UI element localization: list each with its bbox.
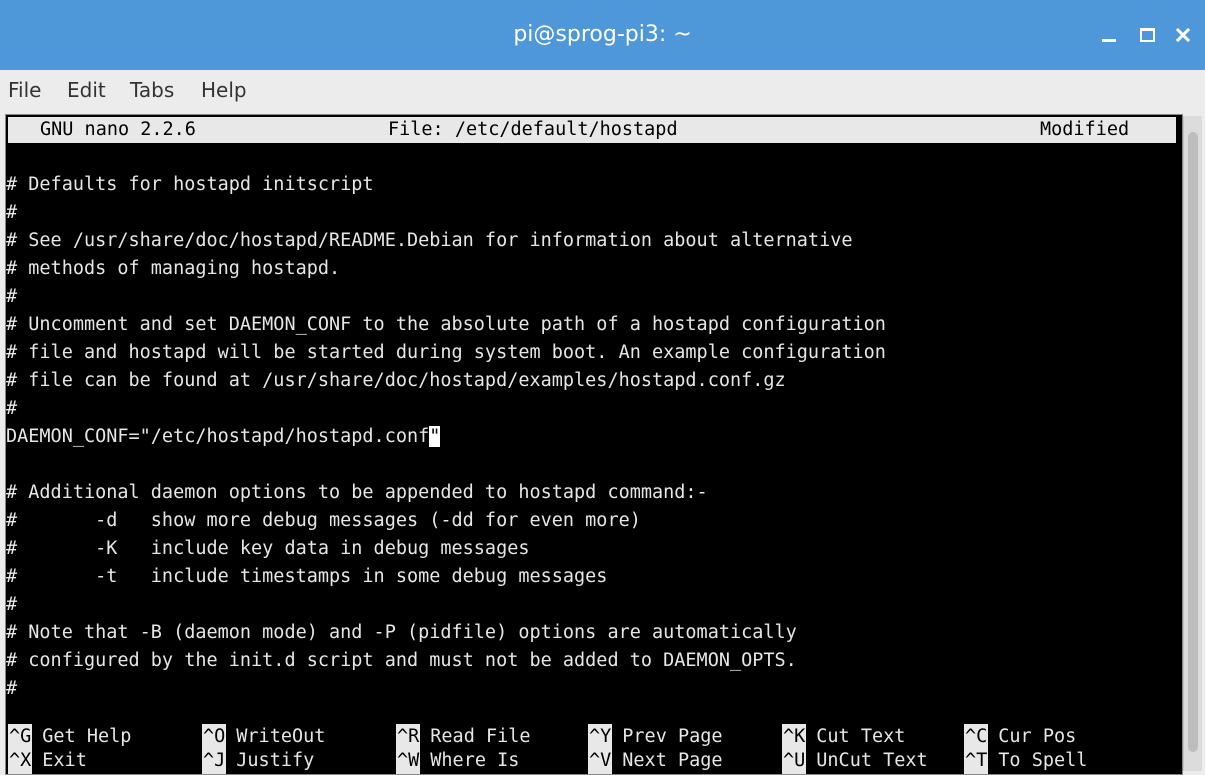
shortcut-key: ^G — [8, 724, 33, 750]
shortcut-key: ^W — [396, 748, 421, 774]
nano-header: GNU nano 2.2.6 File: /etc/default/hostap… — [8, 117, 1176, 143]
shortcut-row-1: ^G Get Help ^O WriteOut ^R Read File ^Y Prev… — [6, 724, 1182, 750]
shortcut-label: WriteOut — [236, 726, 326, 747]
editor-line-cursor[interactable]: DAEMON_CONF="/etc/hostapd/hostapd.conf" — [6, 424, 1182, 450]
shortcut-label: Prev Page — [622, 726, 723, 747]
shortcut-label: Where Is — [430, 750, 520, 771]
editor-line[interactable]: # methods of managing hostapd. — [6, 256, 1182, 282]
shortcut-read-file[interactable]: ^R Read File — [396, 724, 531, 750]
shortcut-writeout[interactable]: ^O WriteOut — [202, 724, 325, 750]
shortcut-label: Get Help — [42, 726, 132, 747]
shortcut-key: ^O — [202, 724, 227, 750]
shortcut-prev-page[interactable]: ^Y Prev Page — [588, 724, 723, 750]
editor-line[interactable]: # Additional daemon options to be append… — [6, 480, 1182, 506]
nano-filename: File: /etc/default/hostapd — [388, 119, 678, 140]
editor-line[interactable]: # file and hostapd will be started durin… — [6, 340, 1182, 366]
editor-line[interactable]: # file can be found at /usr/share/doc/ho… — [6, 368, 1182, 394]
shortcut-key: ^Y — [588, 724, 613, 750]
editor-line[interactable]: # — [6, 284, 1182, 310]
nano-version: GNU nano 2.2.6 — [40, 119, 196, 140]
shortcut-get-help[interactable]: ^G Get Help — [8, 724, 131, 750]
shortcut-label: Read File — [430, 726, 531, 747]
shortcut-label: Cut Text — [816, 726, 906, 747]
editor-line[interactable]: # Note that -B (daemon mode) and -P (pid… — [6, 620, 1182, 646]
maximize-button[interactable] — [1130, 18, 1164, 52]
shortcut-next-page[interactable]: ^V Next Page — [588, 748, 723, 774]
shortcut-label: Justify — [236, 750, 315, 771]
editor-line[interactable]: # configured by the init.d script and mu… — [6, 648, 1182, 674]
shortcut-exit[interactable]: ^X Exit — [8, 748, 87, 774]
text-cursor: " — [429, 426, 441, 447]
shortcut-cut-text[interactable]: ^K Cut Text — [782, 724, 905, 750]
editor-line[interactable]: # Defaults for hostapd initscript — [6, 172, 1182, 198]
shortcut-label: To Spell — [998, 750, 1088, 771]
shortcut-key: ^K — [782, 724, 807, 750]
close-button[interactable] — [1166, 18, 1200, 52]
menu-file[interactable]: File — [8, 76, 41, 104]
shortcut-label: UnCut Text — [816, 750, 928, 771]
shortcut-label: Cur Pos — [998, 726, 1077, 747]
shortcut-key: ^T — [964, 748, 989, 774]
shortcut-key: ^U — [782, 748, 807, 774]
editor-line[interactable]: # — [6, 592, 1182, 618]
scrollbar-thumb[interactable] — [1188, 132, 1198, 752]
shortcut-label: Exit — [42, 750, 87, 771]
editor-line[interactable]: # -d show more debug messages (-dd for e… — [6, 508, 1182, 534]
shortcut-justify[interactable]: ^J Justify — [202, 748, 314, 774]
terminal-area[interactable]: GNU nano 2.2.6 File: /etc/default/hostap… — [5, 114, 1183, 775]
editor-line[interactable] — [6, 452, 1182, 478]
editor-line[interactable]: # — [6, 396, 1182, 422]
shortcut-where-is[interactable]: ^W Where Is — [396, 748, 519, 774]
shortcut-key: ^R — [396, 724, 421, 750]
window-title: pi@sprog-pi3: ~ — [513, 22, 692, 47]
shortcut-key: ^V — [588, 748, 613, 774]
maximize-icon — [1139, 28, 1155, 42]
terminal-window: pi@sprog-pi3: ~ File Edit Tabs Help GNU … — [0, 0, 1205, 775]
editor-line[interactable]: # — [6, 200, 1182, 226]
nano-modified-status: Modified — [1040, 119, 1130, 140]
shortcut-cur-pos[interactable]: ^C Cur Pos — [964, 724, 1076, 750]
vertical-scrollbar[interactable] — [1183, 116, 1202, 771]
shortcut-row-2: ^X Exit ^J Justify ^W Where Is ^V Next Page … — [6, 748, 1182, 774]
editor-line[interactable]: # See /usr/share/doc/hostapd/README.Debi… — [6, 228, 1182, 254]
shortcut-key: ^J — [202, 748, 227, 774]
menu-tabs[interactable]: Tabs — [130, 76, 174, 104]
minimize-button[interactable] — [1092, 18, 1126, 52]
close-icon — [1176, 28, 1190, 42]
shortcut-key: ^C — [964, 724, 989, 750]
menu-edit[interactable]: Edit — [67, 76, 106, 104]
editor-line[interactable]: # -K include key data in debug messages — [6, 536, 1182, 562]
editor-line[interactable]: # — [6, 676, 1182, 702]
shortcut-label: Next Page — [622, 750, 723, 771]
shortcut-uncut-text[interactable]: ^U UnCut Text — [782, 748, 928, 774]
menu-help[interactable]: Help — [201, 76, 247, 104]
shortcut-key: ^X — [8, 748, 33, 774]
minimize-icon — [1102, 38, 1116, 42]
editor-line[interactable]: # -t include timestamps in some debug me… — [6, 564, 1182, 590]
shortcut-to-spell[interactable]: ^T To Spell — [964, 748, 1087, 774]
editor-line-text: DAEMON_CONF="/etc/hostapd/hostapd.conf — [6, 426, 430, 447]
editor-line[interactable]: # Uncomment and set DAEMON_CONF to the a… — [6, 312, 1182, 338]
title-bar[interactable]: pi@sprog-pi3: ~ — [0, 0, 1205, 70]
menu-bar: File Edit Tabs Help — [0, 70, 1205, 110]
